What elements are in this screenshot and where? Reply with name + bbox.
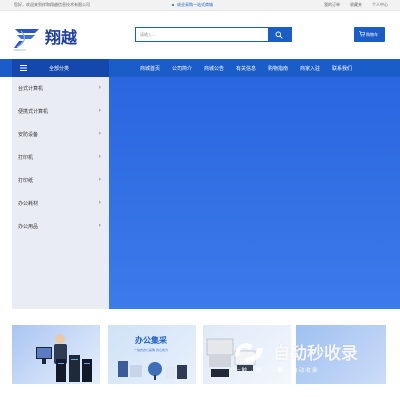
user-center-link[interactable]: 个人中心 xyxy=(372,2,388,8)
chevron-right-icon: › xyxy=(98,84,101,91)
logo-text: 翔越 xyxy=(45,28,78,47)
page: { "topbar": { "welcome": "您好，欢迎来到祥和翔越信息技… xyxy=(0,0,400,400)
nav-item-info[interactable]: 有关信息 xyxy=(236,65,268,72)
spacer-band xyxy=(0,309,400,325)
nav-item-guide[interactable]: 购物指南 xyxy=(268,65,300,72)
nav-item-contact[interactable]: 联系我们 xyxy=(332,65,364,72)
category-label: 办公用品 xyxy=(18,224,39,230)
chevron-right-icon: › xyxy=(98,153,101,160)
chevron-right-icon: › xyxy=(98,107,101,114)
nav-item-about[interactable]: 公司简介 xyxy=(172,65,204,72)
site-logo[interactable]: 翔越 XIANGYUE xyxy=(13,22,93,52)
watermark: 自动秒收录 一触 · 秒 · 一触 · 自动收录 xyxy=(233,336,383,384)
all-categories-label: 全部分类 xyxy=(49,66,70,72)
category-sidebar: 台式计算机 › 便携式计算机 › 安防设备 › 打印机 › 打印纸 › 办公耗材… xyxy=(12,77,109,309)
my-orders-link[interactable]: 我的订单 xyxy=(324,2,340,8)
search-input[interactable] xyxy=(136,28,269,41)
watermark-title: 自动秒收录 xyxy=(273,344,358,364)
nav-item-home[interactable]: 商城首页 xyxy=(140,65,172,72)
category-item[interactable]: 便携式计算机 › xyxy=(12,100,109,123)
chevron-right-icon: › xyxy=(98,176,101,183)
search-icon xyxy=(275,31,283,39)
category-item[interactable]: 安防设备 › xyxy=(12,123,109,146)
hero-banner[interactable] xyxy=(109,77,400,309)
menu-icon xyxy=(20,65,27,71)
category-item[interactable]: 打印机 › xyxy=(12,146,109,169)
category-item[interactable]: 办公用品 › xyxy=(12,215,109,238)
welcome-text: 您好，欢迎来到祥和翔越信息技术有限公司 xyxy=(14,2,90,7)
all-categories-button[interactable]: 全部分类 xyxy=(12,59,109,77)
category-label: 便携式计算机 xyxy=(18,109,49,115)
promo-tile-office[interactable]: 办公集采 一站式办公采购 省心省力 xyxy=(108,325,196,384)
top-bar: 您好，欢迎来到祥和翔越信息技术有限公司 成业采购一站式商城 我的订单 收藏夹 个… xyxy=(0,0,400,11)
desktop-computers-image xyxy=(36,334,92,382)
favorites-link[interactable]: 收藏夹 xyxy=(350,2,362,8)
cart-button[interactable]: 购物车 xyxy=(354,27,385,42)
chevron-right-icon: › xyxy=(98,199,101,206)
slogan-link[interactable]: 成业采购一站式商城 xyxy=(177,2,213,8)
category-label: 办公耗材 xyxy=(18,201,39,207)
bottom-strip xyxy=(0,384,400,400)
category-item[interactable]: 办公耗材 › xyxy=(12,192,109,215)
category-label: 台式计算机 xyxy=(18,86,44,92)
nav-items: 商城首页 公司简介 商城公告 有关信息 购物指南 商家入驻 联系我们 xyxy=(140,65,364,72)
logo-mark-icon xyxy=(14,29,39,48)
category-label: 安防设备 xyxy=(18,132,39,138)
watermark-logo-icon xyxy=(235,343,263,363)
chevron-right-icon: › xyxy=(98,130,101,137)
category-item[interactable]: 台式计算机 › xyxy=(12,77,109,100)
logo-subtext: XIANGYUE xyxy=(13,49,26,52)
category-label: 打印纸 xyxy=(18,178,34,184)
main-nav: 全部分类 商城首页 公司简介 商城公告 有关信息 购物指南 商家入驻 联系我们 xyxy=(0,59,400,77)
search-box xyxy=(135,27,292,42)
nav-item-announcements[interactable]: 商城公告 xyxy=(204,65,236,72)
top-links: 我的订单 收藏夹 个人中心 xyxy=(324,2,388,8)
cart-label: 购物车 xyxy=(366,32,378,37)
chevron-right-icon: › xyxy=(98,222,101,229)
promo-tile-computers[interactable] xyxy=(12,325,100,384)
watermark-tagline: 一触 · 秒 · 一触 · 自动收录 xyxy=(235,368,319,374)
search-button[interactable] xyxy=(268,28,291,41)
category-label: 打印机 xyxy=(18,155,34,161)
nav-item-merchants[interactable]: 商家入驻 xyxy=(300,65,332,72)
bullet-dot-icon xyxy=(172,4,174,6)
office-supplies-image xyxy=(118,361,187,380)
cart-icon xyxy=(359,31,365,37)
category-item[interactable]: 打印纸 › xyxy=(12,169,109,192)
